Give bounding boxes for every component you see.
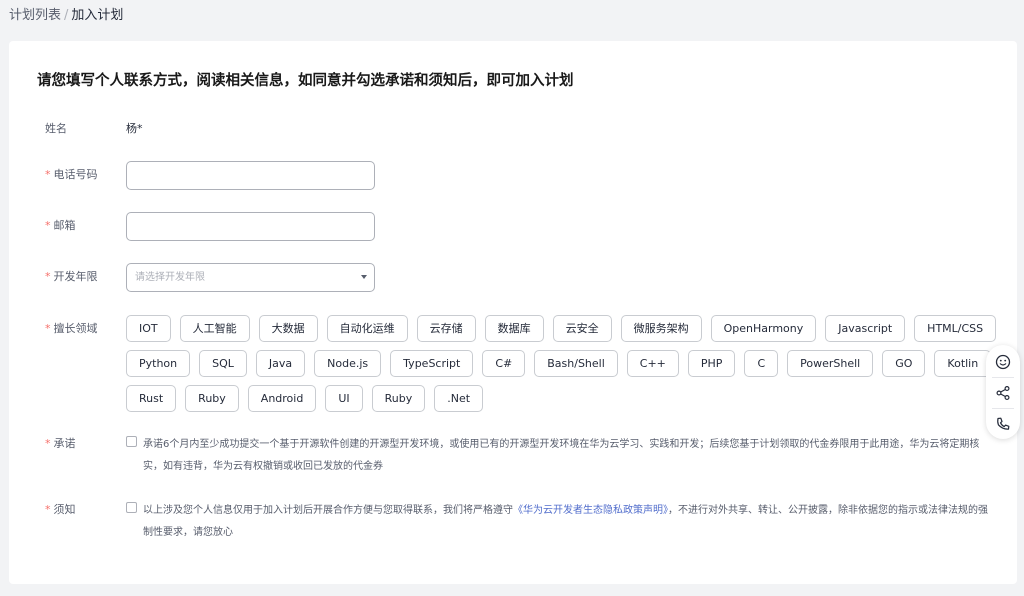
required-mark: *: [45, 168, 51, 181]
breadcrumb-separator: /: [64, 8, 69, 23]
expertise-tag[interactable]: 微服务架构: [620, 315, 702, 342]
years-select-placeholder: 请选择开发年限: [135, 272, 205, 283]
expertise-tag[interactable]: PHP: [687, 350, 736, 377]
join-plan-form-card: 请您填写个人联系方式，阅读相关信息，如同意并勾选承诺和须知后，即可加入计划 姓名…: [9, 41, 1017, 584]
pledge-label: * 承诺: [45, 437, 76, 450]
caret-down-icon: [361, 275, 367, 279]
expertise-tag[interactable]: IOT: [126, 315, 171, 342]
expertise-tag[interactable]: Ruby: [185, 385, 239, 412]
breadcrumb: 计划列表 / 加入计划: [9, 7, 123, 25]
expertise-tag[interactable]: 数据库: [484, 315, 544, 342]
expertise-tag[interactable]: HTML/CSS: [914, 315, 997, 342]
required-mark: *: [45, 270, 51, 283]
email-label: * 邮箱: [45, 219, 76, 232]
required-mark: *: [45, 437, 51, 450]
pledge-text: 承诺6个月内至少成功提交一个基于开源软件创建的开源型开发环境，或使用已有的开源型…: [143, 439, 980, 472]
expertise-tag[interactable]: Python: [126, 350, 191, 377]
years-select[interactable]: 请选择开发年限: [126, 263, 375, 292]
phone-label: * 电话号码: [45, 168, 98, 181]
expertise-tag[interactable]: SQL: [199, 350, 247, 377]
pledge-checkbox[interactable]: [126, 436, 137, 447]
pledge-row: 承诺6个月内至少成功提交一个基于开源软件创建的开源型开发环境，或使用已有的开源型…: [126, 434, 996, 478]
expertise-tag[interactable]: 大数据: [258, 315, 318, 342]
expertise-tag[interactable]: GO: [882, 350, 926, 377]
expertise-tag[interactable]: Rust: [126, 385, 177, 412]
email-input[interactable]: [126, 212, 375, 241]
breadcrumb-current: 加入计划: [71, 8, 124, 23]
expertise-tag[interactable]: C++: [626, 350, 679, 377]
notice-checkbox[interactable]: [126, 502, 137, 513]
expertise-tag[interactable]: PowerShell: [787, 350, 874, 377]
share-icon[interactable]: [994, 384, 1012, 402]
privacy-policy-link[interactable]: 《华为云开发者生态隐私政策声明》: [513, 505, 668, 516]
notice-row: 以上涉及您个人信息仅用于加入计划后开展合作方便与您取得联系，我们将严格遵守《华为…: [126, 500, 996, 544]
years-label: * 开发年限: [45, 270, 98, 283]
expertise-tag[interactable]: 人工智能: [179, 315, 250, 342]
required-mark: *: [45, 219, 51, 232]
notice-text: 以上涉及您个人信息仅用于加入计划后开展合作方便与您取得联系，我们将严格遵守《华为…: [143, 505, 988, 538]
expertise-tag[interactable]: Kotlin: [934, 350, 992, 377]
phone-input[interactable]: [126, 161, 375, 190]
expertise-tag-row: IOT 人工智能 大数据 自动化运维 云存储 数据库 云安全 微服务架构 OpenHarmony…: [126, 315, 1006, 350]
expertise-tag[interactable]: Ruby: [371, 385, 426, 412]
floating-toolbar: [986, 345, 1020, 439]
expertise-tag[interactable]: C: [744, 350, 779, 377]
required-mark: *: [45, 322, 51, 335]
expertise-tag[interactable]: 云安全: [552, 315, 612, 342]
breadcrumb-parent-link[interactable]: 计划列表: [9, 8, 61, 23]
expertise-tag[interactable]: TypeScript: [390, 350, 474, 377]
expertise-tag-row: Python SQL Java Node.js TypeScript C# Bash/She…: [126, 350, 1006, 385]
phone-icon[interactable]: [994, 415, 1012, 433]
expertise-tag[interactable]: C#: [482, 350, 526, 377]
expertise-tag[interactable]: UI: [325, 385, 363, 412]
expertise-tag[interactable]: .Net: [434, 385, 484, 412]
expertise-tag[interactable]: Java: [255, 350, 306, 377]
expertise-tag[interactable]: OpenHarmony: [710, 315, 817, 342]
expertise-tag[interactable]: Android: [247, 385, 317, 412]
expertise-tag-row: Rust Ruby Android UI Ruby .Net: [126, 385, 1006, 420]
expertise-tag-group: IOT 人工智能 大数据 自动化运维 云存储 数据库 云安全 微服务架构 OpenHarmony…: [126, 315, 1006, 420]
expertise-tag[interactable]: Node.js: [314, 350, 382, 377]
toolbar-divider: [992, 408, 1014, 409]
expertise-tag[interactable]: Javascript: [825, 315, 906, 342]
toolbar-divider: [992, 377, 1014, 378]
expertise-label: * 擅长领域: [45, 322, 98, 335]
expertise-tag[interactable]: Bash/Shell: [534, 350, 618, 377]
smile-icon[interactable]: [994, 353, 1012, 371]
expertise-tag[interactable]: 云存储: [416, 315, 476, 342]
required-mark: *: [45, 503, 51, 516]
name-value: 杨*: [126, 122, 143, 135]
name-label: 姓名: [45, 122, 67, 135]
expertise-tag[interactable]: 自动化运维: [326, 315, 408, 342]
form-heading: 请您填写个人联系方式，阅读相关信息，如同意并勾选承诺和须知后，即可加入计划: [37, 73, 574, 89]
notice-label: * 须知: [45, 503, 76, 516]
